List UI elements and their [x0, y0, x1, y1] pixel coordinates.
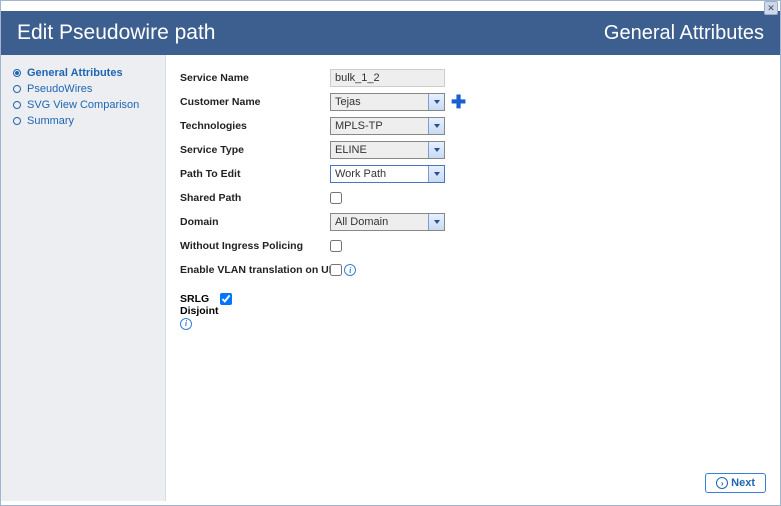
srlg-disjoint-checkbox[interactable]: [220, 293, 232, 305]
form-area: Service Name Customer Name Tejas ✚ Techn…: [180, 69, 766, 467]
nav-general-attributes[interactable]: General Attributes: [5, 65, 161, 81]
row-domain: Domain All Domain: [180, 213, 766, 231]
select-value: MPLS-TP: [335, 120, 383, 132]
label-technologies: Technologies: [180, 120, 330, 132]
path-to-edit-select[interactable]: Work Path: [330, 165, 445, 183]
enable-vlan-translation-checkbox[interactable]: [330, 264, 342, 276]
chevron-down-icon: [428, 94, 444, 110]
dialog-title: Edit Pseudowire path: [17, 21, 215, 45]
label-customer-name: Customer Name: [180, 96, 330, 108]
chevron-down-icon: [428, 214, 444, 230]
service-name-input: [330, 69, 445, 87]
header: Edit Pseudowire path General Attributes: [1, 11, 780, 55]
nav-label: PseudoWires: [27, 83, 92, 95]
label-srlg-disjoint: SRLG Disjoint i: [180, 293, 220, 330]
body: General Attributes PseudoWires SVG View …: [1, 55, 780, 501]
label-domain: Domain: [180, 216, 330, 228]
domain-select[interactable]: All Domain: [330, 213, 445, 231]
nav-svg-view-comparison[interactable]: SVG View Comparison: [5, 97, 161, 113]
row-srlg-disjoint: SRLG Disjoint i: [180, 293, 766, 330]
label-path-to-edit: Path To Edit: [180, 168, 330, 180]
nav-label: General Attributes: [27, 67, 123, 79]
row-path-to-edit: Path To Edit Work Path: [180, 165, 766, 183]
close-icon[interactable]: ✕: [764, 1, 778, 15]
info-icon[interactable]: i: [344, 264, 356, 276]
label-service-type: Service Type: [180, 144, 330, 156]
next-label: Next: [731, 477, 755, 489]
label-text: SRLG Disjoint: [180, 293, 219, 317]
row-enable-vlan-translation: Enable VLAN translation on UNI i: [180, 261, 766, 279]
row-without-ingress-policing: Without Ingress Policing: [180, 237, 766, 255]
label-service-name: Service Name: [180, 72, 330, 84]
info-icon[interactable]: i: [180, 318, 192, 330]
main-panel: Service Name Customer Name Tejas ✚ Techn…: [166, 55, 780, 501]
nav-label: Summary: [27, 115, 74, 127]
add-customer-button[interactable]: ✚: [451, 95, 466, 109]
label-without-ingress-policing: Without Ingress Policing: [180, 240, 330, 252]
nav-summary[interactable]: Summary: [5, 113, 161, 129]
technologies-select[interactable]: MPLS-TP: [330, 117, 445, 135]
arrow-right-icon: ›: [716, 477, 728, 489]
select-value: Tejas: [335, 96, 361, 108]
nav-pseudowires[interactable]: PseudoWires: [5, 81, 161, 97]
service-type-select[interactable]: ELINE: [330, 141, 445, 159]
chevron-down-icon: [428, 118, 444, 134]
next-button[interactable]: › Next: [705, 473, 766, 493]
nav-bullet-icon: [13, 117, 21, 125]
nav-bullet-icon: [13, 85, 21, 93]
wizard-sidebar: General Attributes PseudoWires SVG View …: [1, 55, 166, 501]
nav-bullet-icon: [13, 69, 21, 77]
nav-bullet-icon: [13, 101, 21, 109]
footer: › Next: [180, 467, 766, 493]
chevron-down-icon: [428, 166, 444, 182]
chevron-down-icon: [428, 142, 444, 158]
dialog-window: ✕ Edit Pseudowire path General Attribute…: [0, 0, 781, 506]
select-value: Work Path: [335, 168, 386, 180]
row-service-name: Service Name: [180, 69, 766, 87]
row-technologies: Technologies MPLS-TP: [180, 117, 766, 135]
label-text: Enable VLAN translation on UNI: [180, 264, 339, 276]
without-ingress-policing-checkbox[interactable]: [330, 240, 342, 252]
select-value: ELINE: [335, 144, 367, 156]
row-shared-path: Shared Path: [180, 189, 766, 207]
label-shared-path: Shared Path: [180, 192, 330, 204]
row-service-type: Service Type ELINE: [180, 141, 766, 159]
section-title: General Attributes: [604, 22, 764, 45]
select-value: All Domain: [335, 216, 388, 228]
customer-name-select[interactable]: Tejas: [330, 93, 445, 111]
nav-label: SVG View Comparison: [27, 99, 139, 111]
row-customer-name: Customer Name Tejas ✚: [180, 93, 766, 111]
shared-path-checkbox[interactable]: [330, 192, 342, 204]
